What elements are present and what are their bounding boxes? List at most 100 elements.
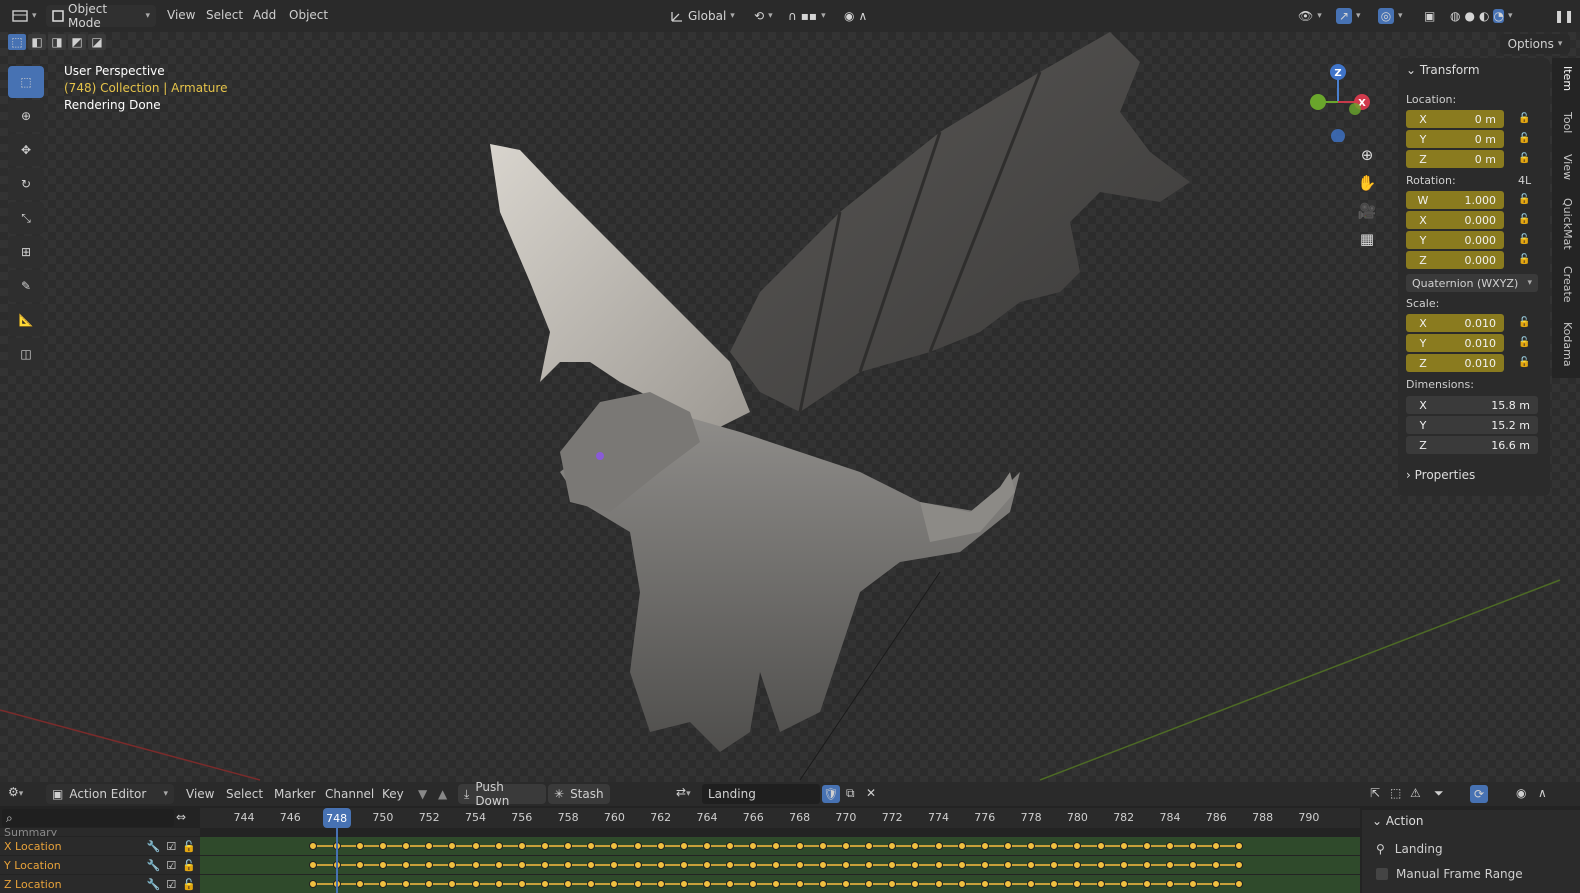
falloff-icon[interactable]: ∧ [1538,786,1547,800]
keyframe[interactable] [1212,880,1221,888]
keyframe[interactable] [633,861,642,869]
keyframe[interactable] [471,861,480,869]
dimensions-x-field[interactable]: X 15.8 m [1406,396,1538,414]
keyframe[interactable] [656,842,665,850]
playhead-line[interactable] [335,828,338,893]
keyframe[interactable] [1189,861,1198,869]
keyframe[interactable] [772,842,781,850]
keyframe[interactable] [378,842,387,850]
keyframe[interactable] [865,842,874,850]
location-z-field[interactable]: Z 0 m [1406,150,1504,168]
modifier-wrench-icon[interactable]: 🔧 [147,840,161,853]
keyframe[interactable] [448,880,457,888]
keyframe[interactable] [679,880,688,888]
frame-ruler[interactable]: 744 746 748 750 752 754 756 758 760 762 764 766 768 7… [200,808,1360,828]
scale-y-field[interactable]: Y 0.010 [1406,334,1504,352]
keyframe[interactable] [425,842,434,850]
keyframe[interactable] [540,880,549,888]
zoom-icon[interactable]: ⊕ [1361,146,1374,164]
swap-arrows-icon[interactable]: ⇔ [176,810,186,824]
keyframe[interactable] [402,842,411,850]
keyframe[interactable] [865,861,874,869]
show-hidden-icon[interactable]: ⬚ [1390,786,1401,800]
keyframe[interactable] [934,842,943,850]
location-x-field[interactable]: X 0 m [1406,110,1504,128]
keyframe[interactable] [703,861,711,869]
shading-modes[interactable]: ◍ ● ◐ ◔ ▾ [1444,5,1544,27]
keyframe[interactable] [610,861,619,869]
solid-shading-icon[interactable]: ● [1464,9,1474,23]
keyframe[interactable] [471,880,480,888]
keyframe[interactable] [448,842,457,850]
action-name-field[interactable]: Landing [702,784,820,804]
proportional-edit-icon[interactable]: ◉ [1516,786,1526,800]
keyframe[interactable] [957,842,966,850]
keyframe[interactable] [1096,861,1105,869]
keyframe[interactable] [795,880,804,888]
keyframe[interactable] [378,861,387,869]
keyframe[interactable] [726,861,735,869]
rotation-y-field[interactable]: Y 0.000 [1406,231,1504,249]
proportional-editing-toggle[interactable]: ◉ ∧ [838,5,890,27]
keyframe[interactable] [679,861,688,869]
gizmo-toggle[interactable]: ↗ ▾ [1330,5,1368,27]
keyframe[interactable] [564,880,573,888]
keyframe[interactable] [1096,842,1105,850]
keyframe[interactable] [1166,842,1174,850]
editor-type-button[interactable]: ▾ [6,5,42,27]
tab-create[interactable]: Create [1561,266,1574,303]
keyframe[interactable] [1166,880,1174,888]
keyframe[interactable] [564,842,573,850]
keyframe[interactable] [1189,842,1198,850]
lock-icon[interactable]: 🔓 [1518,254,1532,266]
lock-icon[interactable]: 🔓 [1518,214,1532,226]
keyframe[interactable] [564,861,573,869]
channel-search-input[interactable]: ⌕ [2,809,174,827]
keyframe[interactable] [355,880,364,888]
keyframe[interactable] [818,842,827,850]
keyframe[interactable] [355,861,364,869]
object-mode-dropdown[interactable]: Object Mode ▾ [46,2,156,30]
keyframe[interactable] [795,861,804,869]
tab-item[interactable]: Item [1561,66,1574,91]
transform-section-header[interactable]: ⌄ Transform [1406,63,1480,77]
menu-view[interactable]: View [186,787,214,801]
editor-mode-dropdown[interactable]: ▣ Action Editor ▾ [46,784,174,804]
keyframe[interactable] [911,880,920,888]
keyframe[interactable] [471,842,480,850]
keyframe[interactable] [540,861,549,869]
layer-up-icon[interactable]: ▲ [438,787,447,801]
keyframe[interactable] [934,861,943,869]
keyframe[interactable] [1073,842,1082,850]
keyframe[interactable] [703,880,711,888]
keyframe[interactable] [1142,861,1151,869]
close-icon[interactable]: ✕ [866,786,876,800]
overlays-toggle[interactable]: ◎ ▾ [1372,5,1412,27]
keyframe[interactable] [841,880,850,888]
keyframe[interactable] [1003,880,1012,888]
keyframe[interactable] [517,880,526,888]
xray-toggle[interactable]: ▣ [1418,5,1440,27]
keyframe[interactable] [749,880,758,888]
wireframe-shading-icon[interactable]: ◍ [1450,9,1460,23]
keyframe[interactable] [888,842,897,850]
keyframe[interactable] [633,842,642,850]
rotation-z-field[interactable]: Z 0.000 [1406,251,1504,269]
keyframe[interactable] [1050,842,1059,850]
keyframe[interactable] [309,880,318,888]
dopesheet-editor-type-button[interactable]: ⚙▾ [8,785,23,799]
keyframe[interactable] [980,880,989,888]
rotation-w-field[interactable]: W 1.000 [1406,191,1504,209]
keyframe[interactable] [517,842,526,850]
location-y-field[interactable]: Y 0 m [1406,130,1504,148]
pan-hand-icon[interactable]: ✋ [1358,174,1377,192]
dragon-model[interactable] [460,32,1220,772]
keyframe[interactable] [517,861,526,869]
keyframe[interactable] [1027,880,1036,888]
menu-add[interactable]: Add [253,8,276,22]
channel-checkbox[interactable]: ☑ [166,859,176,872]
push-down-button[interactable]: ⤓ Push Down [458,780,546,808]
keyframe[interactable] [1119,861,1128,869]
keyframe[interactable] [795,842,804,850]
action-panel-action-row[interactable]: ⚲ Landing [1376,842,1443,856]
